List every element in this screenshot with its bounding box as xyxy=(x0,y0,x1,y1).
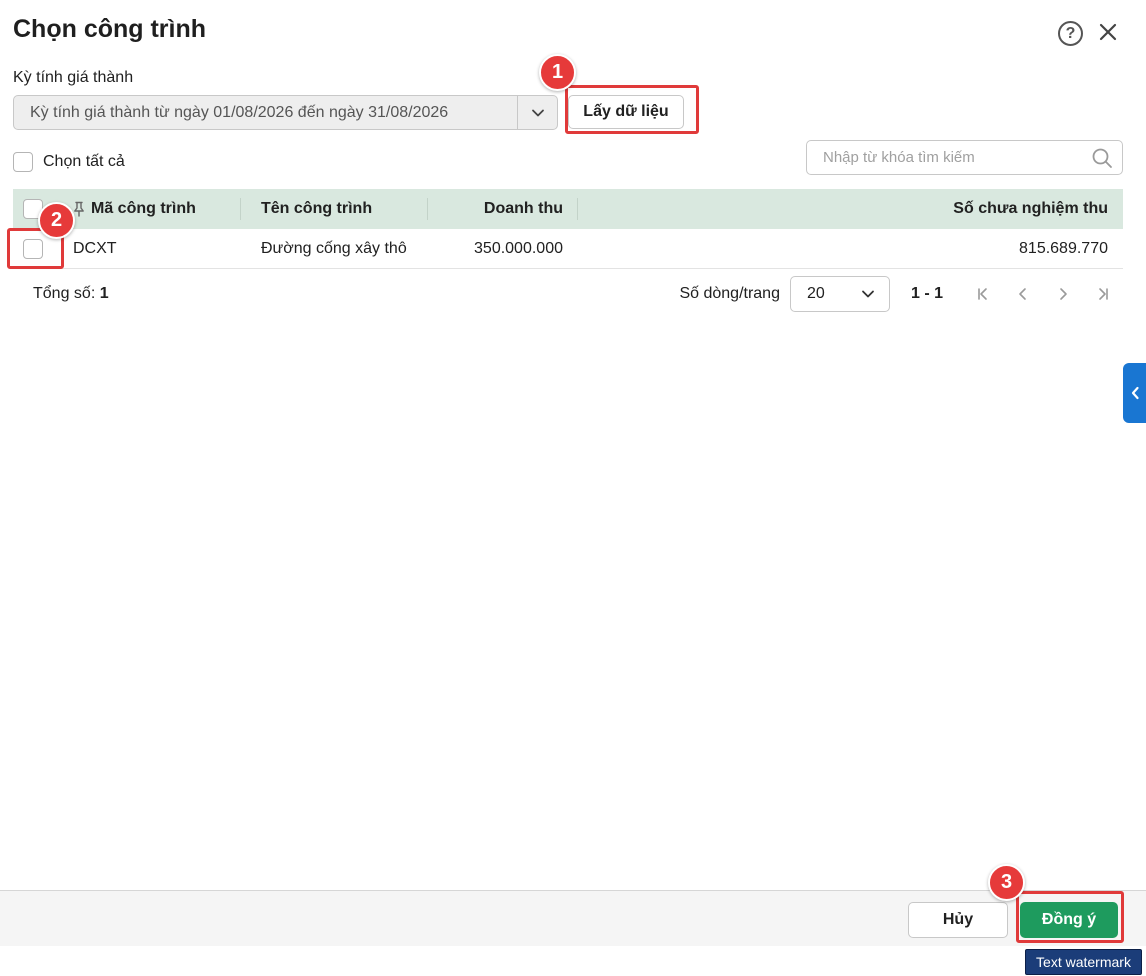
step-badge-2: 2 xyxy=(38,202,75,239)
grid-footer: Tổng số: 1 Số dòng/trang 20 1 - 1 xyxy=(13,276,1123,312)
select-all[interactable]: Chọn tất cả xyxy=(13,152,125,172)
pin-icon[interactable] xyxy=(73,201,85,217)
first-page-icon xyxy=(978,288,987,300)
chevron-left-icon xyxy=(1019,288,1026,300)
chevron-right-icon xyxy=(1060,288,1067,300)
last-page-button[interactable] xyxy=(1083,276,1123,312)
chevron-down-icon xyxy=(862,290,874,298)
cancel-button[interactable]: Hủy xyxy=(908,902,1008,938)
chevron-down-icon xyxy=(531,109,544,116)
total-value: 1 xyxy=(99,285,109,302)
dialog-title: Chọn công trình xyxy=(13,15,207,43)
dialog-action-bar: Hủy Đồng ý xyxy=(0,890,1146,946)
rows-per-page-value: 20 xyxy=(806,285,825,302)
search-icon[interactable] xyxy=(1082,141,1122,174)
header-unaccepted-label: Số chưa nghiệm thu xyxy=(953,200,1108,217)
select-all-checkbox[interactable] xyxy=(13,152,33,172)
rows-per-page-label: Số dòng/trang xyxy=(679,285,780,302)
cell-revenue: 350.000.000 xyxy=(474,239,563,257)
next-page-button[interactable] xyxy=(1043,276,1083,312)
header-name-label: Tên công trình xyxy=(261,200,373,217)
header-code-label: Mã công trình xyxy=(91,200,196,217)
column-divider[interactable] xyxy=(577,198,578,220)
cell-name: Đường cống xây thô xyxy=(261,239,407,257)
cell-unaccepted: 815.689.770 xyxy=(1019,239,1108,257)
column-divider[interactable] xyxy=(427,198,428,220)
cell-code: DCXT xyxy=(73,239,117,257)
row-select-checkbox[interactable] xyxy=(23,238,43,259)
last-page-icon xyxy=(1099,288,1108,300)
first-page-button[interactable] xyxy=(963,276,1003,312)
period-dropdown-toggle[interactable] xyxy=(517,96,557,129)
side-panel-toggle[interactable] xyxy=(1123,363,1146,423)
header-unaccepted[interactable]: Số chưa nghiệm thu xyxy=(578,189,1123,229)
period-label: Kỳ tính giá thành xyxy=(13,69,134,86)
choose-project-dialog: Chọn công trình ? Kỳ tính giá thành Kỳ t… xyxy=(0,0,1146,946)
table-row[interactable]: DCXT Đường cống xây thô 350.000.000 815.… xyxy=(13,229,1123,269)
period-select[interactable]: Kỳ tính giá thành từ ngày 01/08/2026 đến… xyxy=(13,95,558,130)
header-code[interactable]: Mã công trình xyxy=(53,189,241,229)
header-name[interactable]: Tên công trình xyxy=(241,189,428,229)
page-range: 1 - 1 xyxy=(910,285,943,302)
close-icon[interactable] xyxy=(1096,20,1120,44)
chevron-left-icon xyxy=(1131,386,1139,400)
project-grid: Mã công trình Tên công trình Doanh thu S… xyxy=(13,189,1123,269)
step-badge-3: 3 xyxy=(988,864,1025,901)
search-box[interactable] xyxy=(806,140,1123,175)
rows-per-page-select[interactable]: 20 xyxy=(789,276,890,312)
total-label: Tổng số: xyxy=(33,285,96,302)
select-all-label: Chọn tất cả xyxy=(43,153,125,170)
step-badge-1: 1 xyxy=(539,54,576,91)
total-count: Tổng số: 1 xyxy=(33,285,109,303)
header-revenue[interactable]: Doanh thu xyxy=(428,189,578,229)
fetch-data-button[interactable]: Lấy dữ liệu xyxy=(568,95,684,129)
grid-header: Mã công trình Tên công trình Doanh thu S… xyxy=(13,189,1123,229)
period-value: Kỳ tính giá thành từ ngày 01/08/2026 đến… xyxy=(30,103,449,121)
ok-button[interactable]: Đồng ý xyxy=(1020,902,1118,938)
header-revenue-label: Doanh thu xyxy=(483,200,563,217)
search-input[interactable] xyxy=(807,149,1082,166)
prev-page-button[interactable] xyxy=(1003,276,1043,312)
watermark: Text watermark xyxy=(1025,949,1142,975)
column-divider[interactable] xyxy=(240,198,241,220)
pager: Số dòng/trang 20 1 - 1 xyxy=(679,276,1123,312)
help-icon[interactable]: ? xyxy=(1058,21,1083,46)
